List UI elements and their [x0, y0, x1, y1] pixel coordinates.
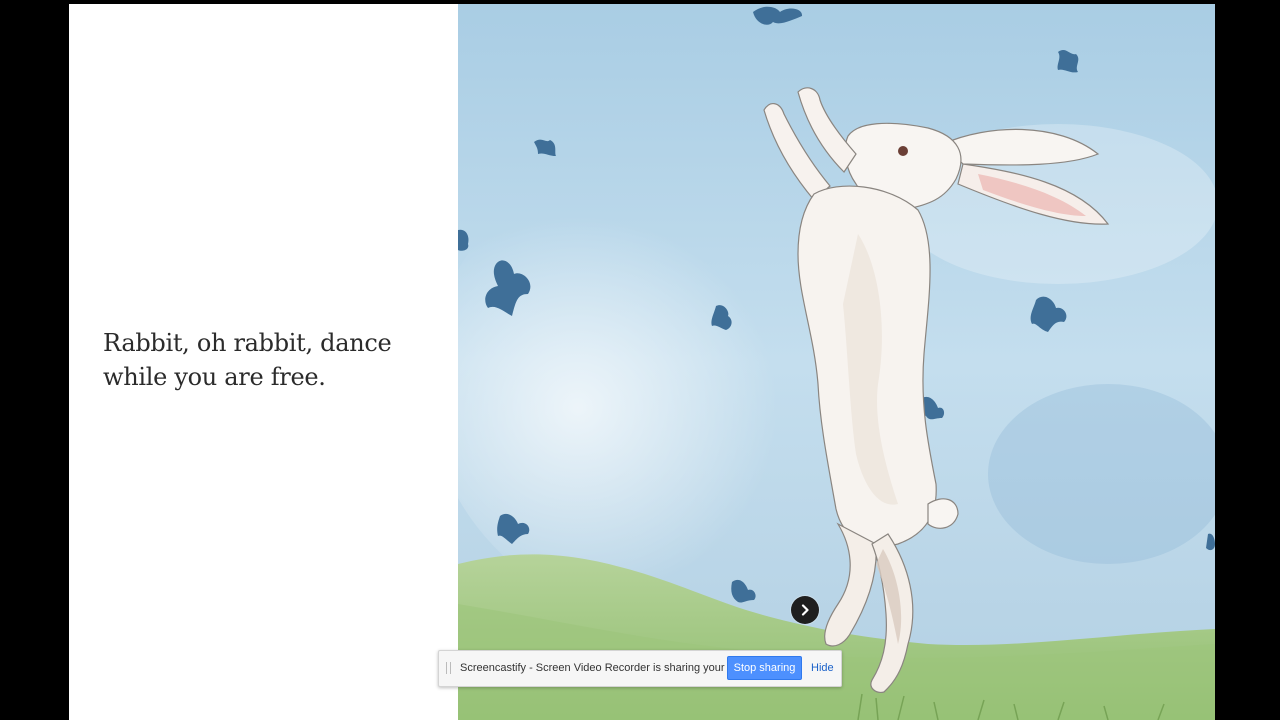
hide-button[interactable]: Hide: [811, 662, 834, 674]
story-text: Rabbit, oh rabbit, dance while you are f…: [103, 326, 433, 394]
drag-handle-icon[interactable]: [446, 662, 451, 674]
illustration-page: [458, 4, 1215, 720]
rabbit-illustration: [458, 4, 1215, 720]
share-message: Screencastify - Screen Video Recorder is…: [460, 662, 764, 674]
story-line: while you are free.: [103, 363, 326, 391]
book-viewer: Rabbit, oh rabbit, dance while you are f…: [69, 4, 1215, 720]
screen-share-notification-bar: Screencastify - Screen Video Recorder is…: [438, 650, 842, 687]
text-page: Rabbit, oh rabbit, dance while you are f…: [69, 4, 458, 720]
chevron-right-icon: [801, 604, 809, 616]
stop-sharing-button[interactable]: Stop sharing: [727, 656, 802, 680]
story-line: Rabbit, oh rabbit, dance: [103, 329, 392, 357]
next-page-button[interactable]: [791, 596, 819, 624]
